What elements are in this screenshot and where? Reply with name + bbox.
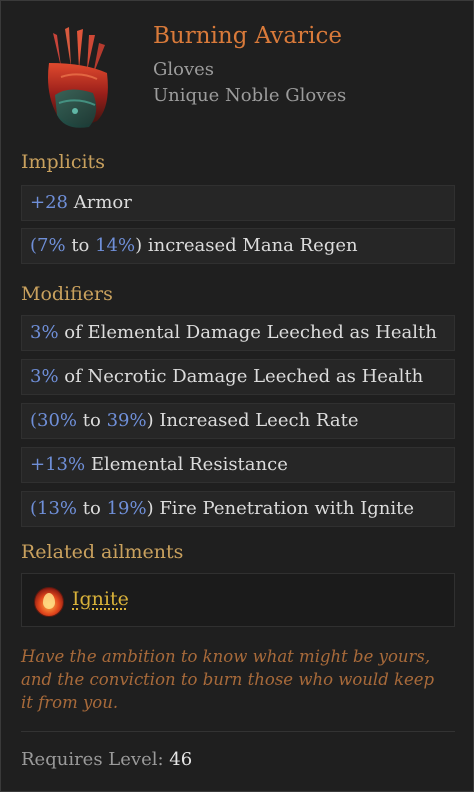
modifier-text: to [77,410,107,431]
modifier-value: 7% [37,235,66,256]
item-header: Burning Avarice Gloves Unique Noble Glov… [1,1,473,141]
modifier-value: 3% [30,322,59,343]
modifier-text: of Necrotic Damage Leeched as Health [58,366,424,387]
modifier-value: 19% [106,498,147,519]
modifier-text: ) increased Mana Regen [135,235,358,256]
modifier-row: (30% to 39%) Increased Leech Rate [21,403,455,439]
implicit-row: +28 Armor [21,185,455,221]
requires-label: Requires Level: [21,749,164,770]
ailment-item[interactable]: Ignite [21,573,455,627]
flavor-text: Have the ambition to know what might be … [21,645,451,714]
modifier-value: 30% [37,410,78,431]
implicits-heading: Implicits [21,151,105,173]
modifier-text: Elemental Resistance [85,454,288,475]
modifier-row: (13% to 19%) Fire Penetration with Ignit… [21,491,455,527]
flavor-line: and the conviction to burn those who wou… [21,670,435,689]
item-slot: Gloves [153,59,215,80]
modifier-value: 39% [106,410,147,431]
modifier-value: ( [30,235,38,256]
item-tooltip: Burning Avarice Gloves Unique Noble Glov… [0,0,474,792]
ignite-link[interactable]: Ignite [72,588,129,610]
modifier-text: of Elemental Damage Leeched as Health [58,322,437,343]
item-base-type: Unique Noble Gloves [153,85,347,106]
modifier-text: to [77,498,107,519]
modifier-value: 14% [95,235,136,256]
modifier-value: ( [30,498,38,519]
flavor-line: it from you. [21,693,119,712]
modifier-row: 3% of Necrotic Damage Leeched as Health [21,359,455,395]
required-level: 46 [169,749,193,770]
modifier-value: 3% [30,366,59,387]
modifier-value: +13% [30,454,86,475]
modifier-text: ) Increased Leech Rate [146,410,359,431]
level-requirement: Requires Level: 46 [21,749,192,770]
flavor-line: Have the ambition to know what might be … [21,647,431,666]
modifier-row: 3% of Elemental Damage Leeched as Health [21,315,455,351]
divider [21,731,455,732]
ignite-icon [34,587,64,617]
modifier-text: to [65,235,96,256]
modifier-text: Armor [68,192,132,213]
modifier-value: +28 [30,192,68,213]
modifier-row: +13% Elemental Resistance [21,447,455,483]
modifier-text: ) Fire Penetration with Ignite [146,498,415,519]
implicit-row: (7% to 14%) increased Mana Regen [21,228,455,264]
modifiers-heading: Modifiers [21,283,113,305]
item-name: Burning Avarice [153,23,342,49]
related-ailments-heading: Related ailments [21,541,184,563]
modifier-value: 13% [37,498,78,519]
modifier-value: ( [30,410,38,431]
gloves-icon [48,27,108,128]
